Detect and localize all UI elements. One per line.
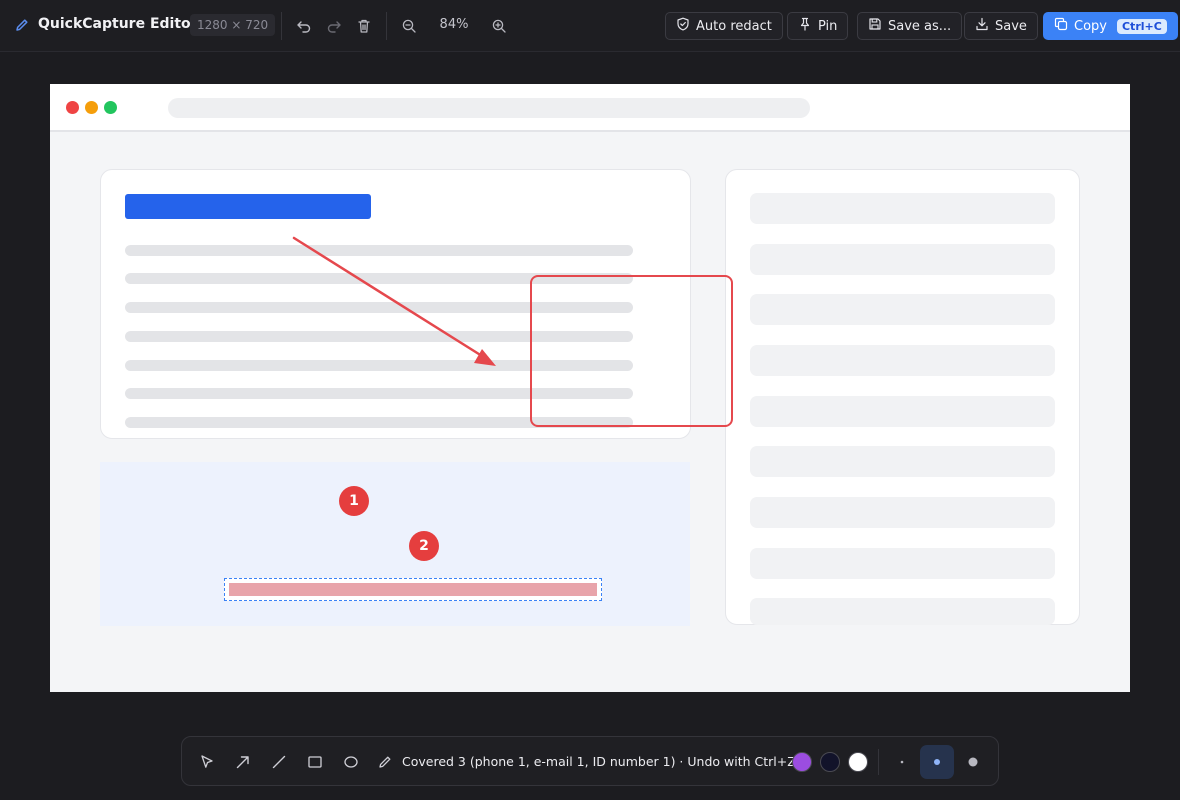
step-marker-1[interactable]: 1 [339,486,369,516]
redaction-box-selected[interactable] [224,578,602,601]
captured-sidebar-item [750,244,1055,275]
color-swatch-purple[interactable] [792,752,812,772]
shield-check-icon [676,17,690,35]
save-label: Save [995,18,1027,34]
undo-icon[interactable] [292,14,316,38]
stroke-size-medium[interactable] [920,745,954,779]
select-tool-icon[interactable] [194,749,220,775]
palette-divider [878,749,879,775]
arrow-tool-icon[interactable] [230,749,256,775]
tool-palette: Covered 3 (phone 1, e-mail 1, ID number … [181,736,999,786]
copy-shortcut-badge: Ctrl+C [1116,18,1167,34]
rectangle-annotation[interactable] [530,275,733,427]
zoom-in-icon[interactable] [487,14,511,38]
auto-redact-label: Auto redact [696,18,772,34]
save-as-label: Save as... [888,18,952,34]
redaction-status-message: Covered 3 (phone 1, e-mail 1, ID number … [402,754,796,769]
captured-sidebar-item [750,598,1055,625]
color-swatch-white[interactable] [848,752,868,772]
pin-label: Pin [818,18,838,34]
save-button[interactable]: Save [964,12,1038,40]
captured-address-bar [168,98,810,118]
captured-sidebar-item [750,193,1055,224]
color-swatch-navy[interactable] [820,752,840,772]
download-icon [975,17,989,35]
captured-form-panel [100,462,690,626]
window-maximize-dot [104,101,117,114]
captured-browser-bar [50,84,1130,132]
app-title: QuickCapture Editor [38,16,198,32]
floppy-disk-icon [868,17,882,35]
copy-label: Copy [1074,18,1107,34]
captured-sidebar-item [750,497,1055,528]
window-minimize-dot [85,101,98,114]
toolbar-divider [386,12,387,40]
captured-text-line [125,245,633,256]
pin-icon [798,17,812,35]
redo-icon[interactable] [322,14,346,38]
image-dimensions-badge: 1280 × 720 [190,14,276,36]
editor-canvas[interactable]: 1 2 [50,84,1130,692]
top-toolbar: QuickCapture Editor 1280 × 720 84% Auto … [0,0,1180,52]
rectangle-tool-icon[interactable] [302,749,328,775]
zoom-level[interactable]: 84% [437,17,471,32]
copy-button[interactable]: Copy Ctrl+C [1043,12,1178,40]
captured-sidebar-item [750,294,1055,325]
zoom-out-icon[interactable] [397,14,421,38]
toolbar-divider [281,12,282,40]
stroke-size-small[interactable] [885,745,919,779]
line-tool-icon[interactable] [266,749,292,775]
auto-redact-button[interactable]: Auto redact [665,12,783,40]
window-close-dot [66,101,79,114]
captured-sidebar-item [750,345,1055,376]
redaction-fill [229,583,597,596]
captured-sidebar-item [750,548,1055,579]
step-marker-2[interactable]: 2 [409,531,439,561]
pen-tool-icon[interactable] [372,749,398,775]
pin-button[interactable]: Pin [787,12,849,40]
captured-heading-placeholder [125,194,371,219]
captured-sidebar-item [750,396,1055,427]
pencil-icon [14,17,30,33]
stroke-size-large[interactable] [956,745,990,779]
captured-sidebar-item [750,446,1055,477]
trash-icon[interactable] [352,14,376,38]
ellipse-tool-icon[interactable] [338,749,364,775]
copy-icon [1054,17,1068,35]
save-as-button[interactable]: Save as... [857,12,963,40]
